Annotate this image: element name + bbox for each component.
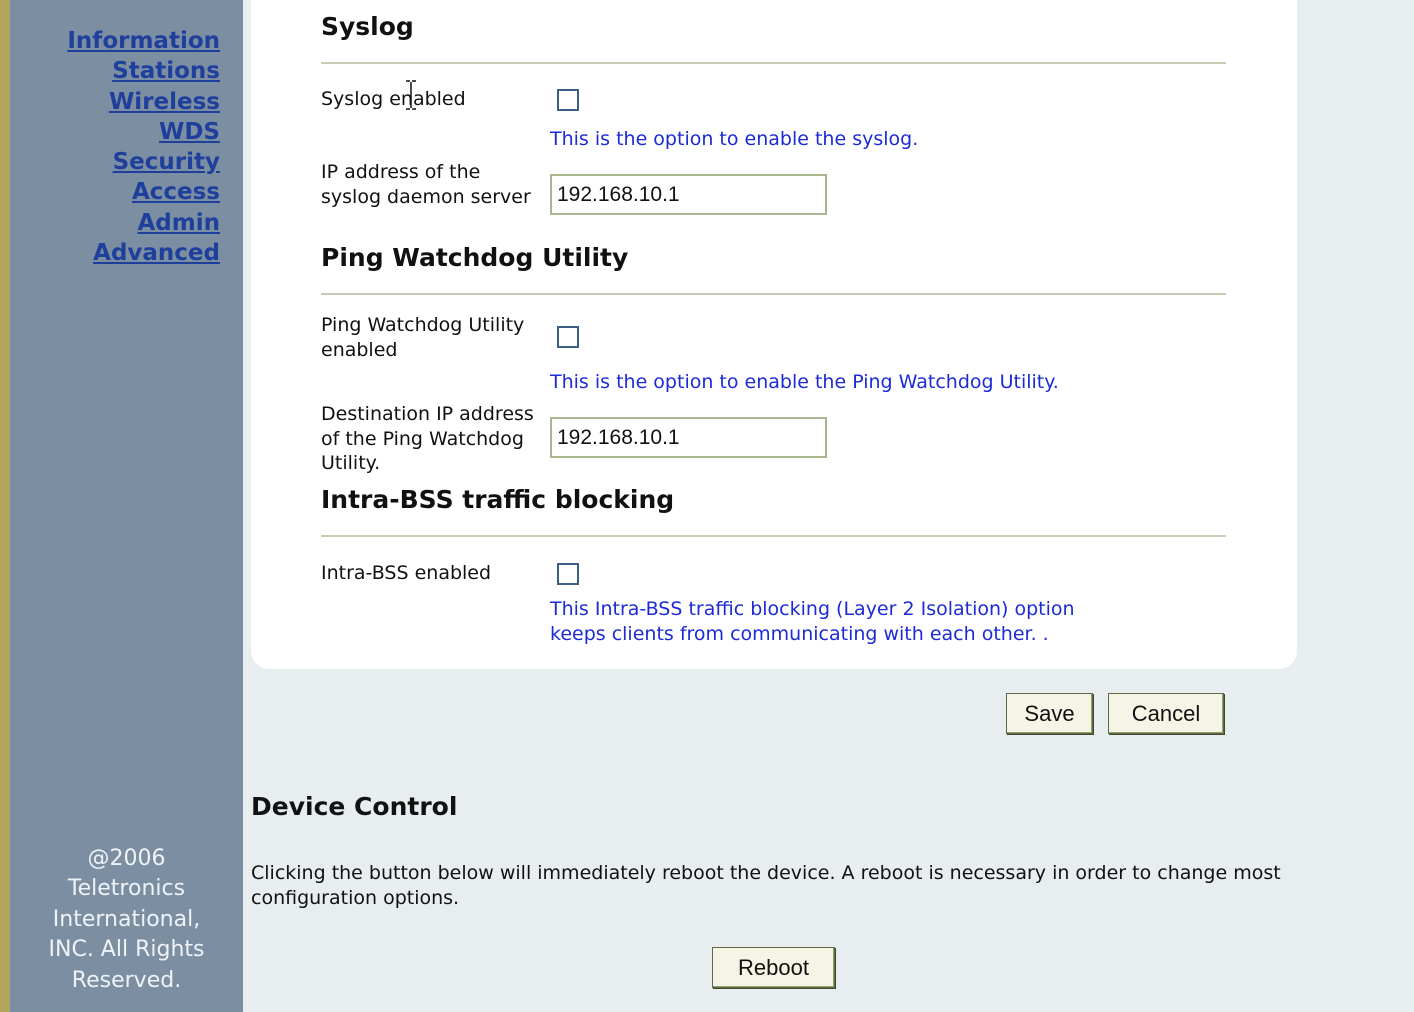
- left-accent-strip: [0, 0, 10, 1012]
- syslog-ip-label: IP address of the syslog daemon server: [321, 161, 531, 208]
- sidebar-link-security[interactable]: Security: [67, 147, 220, 177]
- cancel-button[interactable]: Cancel: [1108, 693, 1224, 734]
- syslog-section-title: Syslog: [321, 12, 414, 41]
- intra-bss-divider: [321, 535, 1226, 537]
- intra-bss-help-line: This Intra-BSS traffic blocking (Layer 2…: [550, 598, 1075, 620]
- copyright-line: @2006: [87, 846, 166, 871]
- syslog-enabled-checkbox[interactable]: [557, 89, 579, 111]
- sidebar-link-advanced[interactable]: Advanced: [67, 238, 220, 268]
- ping-watchdog-section-title: Ping Watchdog Utility: [321, 243, 629, 272]
- syslog-ip-input[interactable]: [550, 174, 827, 215]
- syslog-enabled-help: This is the option to enable the syslog.: [550, 128, 919, 150]
- copyright-notice: @2006 Teletronics International, INC. Al…: [10, 844, 243, 996]
- ping-watchdog-enabled-checkbox[interactable]: [557, 326, 579, 348]
- ping-watchdog-enabled-label: Ping Watchdog Utility enabled: [321, 314, 525, 361]
- sidebar-link-stations[interactable]: Stations: [67, 56, 220, 86]
- reboot-button[interactable]: Reboot: [712, 947, 835, 988]
- intra-bss-enabled-label: Intra-BSS enabled: [321, 562, 492, 584]
- ping-watchdog-divider: [321, 293, 1226, 295]
- ping-watchdog-dest-label: Destination IP address of the Ping Watch…: [321, 403, 534, 474]
- device-control-description: Clicking the button below will immediate…: [251, 862, 1281, 909]
- sidebar-link-information[interactable]: Information: [67, 26, 220, 56]
- copyright-line: International,: [52, 906, 201, 932]
- device-control-title: Device Control: [251, 792, 458, 821]
- save-button[interactable]: Save: [1006, 693, 1093, 734]
- copyright-line: Teletronics: [67, 876, 186, 902]
- copyright-line: Reserved.: [71, 967, 182, 993]
- page: Information Stations Wireless WDS Securi…: [0, 0, 1414, 1012]
- ping-watchdog-enabled-help: This is the option to enable the Ping Wa…: [550, 371, 1059, 393]
- intra-bss-enabled-help: This Intra-BSS traffic blocking (Layer 2…: [550, 597, 1075, 647]
- syslog-divider: [321, 62, 1226, 64]
- sidebar-nav: Information Stations Wireless WDS Securi…: [67, 26, 220, 268]
- sidebar: Information Stations Wireless WDS Securi…: [10, 0, 243, 1012]
- sidebar-link-access[interactable]: Access: [67, 177, 220, 207]
- sidebar-link-wds[interactable]: WDS: [67, 117, 220, 147]
- ping-watchdog-dest-input[interactable]: [550, 417, 827, 458]
- intra-bss-section-title: Intra-BSS traffic blocking: [321, 485, 675, 514]
- sidebar-link-wireless[interactable]: Wireless: [67, 87, 220, 117]
- intra-bss-enabled-checkbox[interactable]: [557, 563, 579, 585]
- sidebar-link-admin[interactable]: Admin: [67, 208, 221, 238]
- intra-bss-help-line: keeps clients from communicating with ea…: [550, 623, 1049, 645]
- copyright-line: INC. All Rights: [48, 937, 205, 963]
- syslog-enabled-label: Syslog enabled: [321, 88, 466, 110]
